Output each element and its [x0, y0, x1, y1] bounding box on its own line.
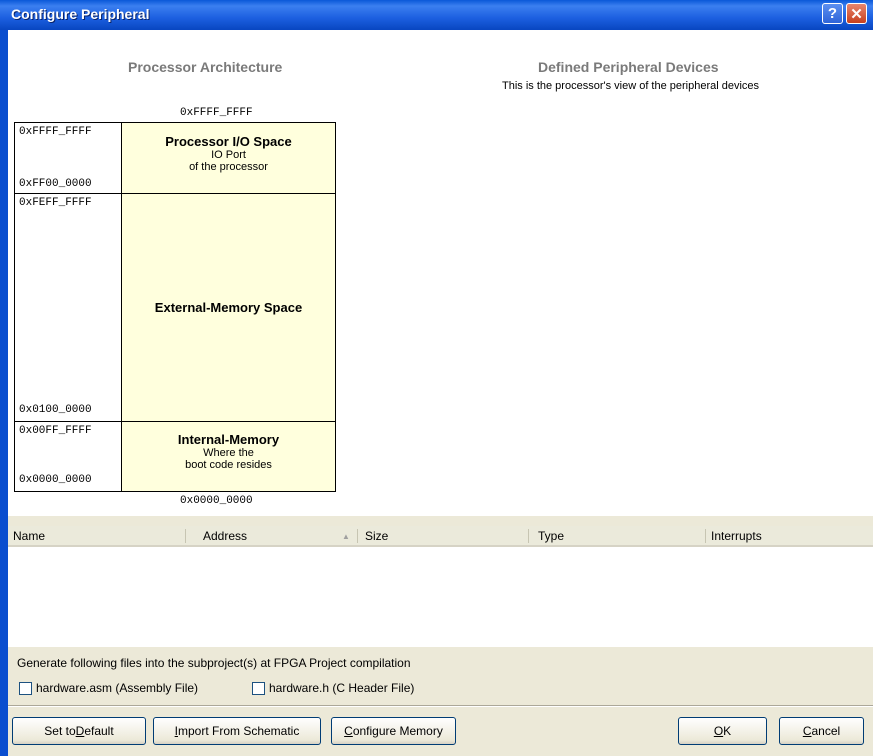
import-from-schematic-button[interactable]: Import From Schematic: [153, 717, 321, 745]
column-interrupts[interactable]: Interrupts: [711, 529, 762, 543]
architecture-title: Processor Architecture: [128, 59, 283, 75]
button-label-suffix: efault: [84, 724, 114, 738]
checkbox-label: hardware.asm (Assembly File): [36, 681, 199, 695]
configure-memory-button[interactable]: Configure Memory: [331, 717, 456, 745]
column-address[interactable]: Address: [203, 529, 247, 543]
column-divider[interactable]: [185, 529, 186, 543]
sort-ascending-icon: ▲: [342, 532, 350, 541]
region-desc-line2: of the processor: [189, 161, 268, 173]
devices-subtitle: This is the processor's view of the peri…: [502, 80, 760, 92]
close-icon: ✕: [850, 5, 863, 23]
button-label-suffix: ancel: [811, 724, 841, 738]
button-accelerator: D: [75, 724, 85, 738]
io-address-range: 0xFFFF_FFFF 0xFF00_0000: [14, 122, 122, 194]
internal-address-high: 0x00FF_FFFF: [19, 425, 92, 437]
checkbox-box[interactable]: [19, 681, 32, 695]
io-address-high: 0xFFFF_FFFF: [19, 126, 92, 138]
button-accelerator: O: [713, 724, 724, 738]
column-type[interactable]: Type: [538, 529, 564, 543]
button-accelerator: C: [344, 724, 353, 738]
processor-io-space-region[interactable]: Processor I/O Space IO Port of the proce…: [121, 122, 336, 194]
region-name: External-Memory Space: [154, 300, 303, 315]
bottom-address-label: 0x0000_0000: [180, 495, 253, 507]
column-divider[interactable]: [357, 529, 358, 543]
column-divider[interactable]: [528, 529, 529, 543]
internal-address-low: 0x0000_0000: [19, 474, 92, 486]
help-button[interactable]: ?: [822, 3, 843, 24]
region-name: Internal-Memory: [177, 432, 280, 447]
generate-files-label: Generate following files into the subpro…: [17, 656, 411, 670]
divider: [8, 705, 873, 707]
close-button[interactable]: ✕: [846, 3, 867, 24]
external-memory-region[interactable]: External-Memory Space: [121, 193, 336, 422]
top-address-label: 0xFFFF_FFFF: [180, 107, 253, 119]
external-address-low: 0x0100_0000: [19, 404, 92, 416]
column-name[interactable]: Name: [13, 529, 45, 543]
button-label-suffix: K: [723, 724, 732, 738]
devices-title: Defined Peripheral Devices: [538, 59, 719, 75]
internal-memory-region[interactable]: Internal-Memory Where the boot code resi…: [121, 421, 336, 492]
ok-button[interactable]: OK: [678, 717, 767, 745]
region-name: Processor I/O Space: [165, 134, 292, 149]
peripheral-grid-header: Name Address ▲ Size Type Interrupts: [8, 526, 873, 547]
region-desc-line1: IO Port: [211, 149, 246, 161]
button-accelerator: C: [802, 724, 812, 738]
column-divider[interactable]: [705, 529, 706, 543]
cancel-button[interactable]: Cancel: [779, 717, 864, 745]
window-frame: [0, 30, 8, 756]
internal-address-range: 0x00FF_FFFF 0x0000_0000: [14, 421, 122, 492]
column-size[interactable]: Size: [365, 529, 388, 543]
external-address-high: 0xFEFF_FFFF: [19, 197, 92, 209]
checkbox-label: hardware.h (C Header File): [269, 681, 415, 695]
button-label-prefix: Set to: [44, 724, 76, 738]
io-address-low: 0xFF00_0000: [19, 178, 92, 190]
hardware-h-checkbox[interactable]: hardware.h (C Header File): [252, 681, 414, 695]
question-icon: ?: [827, 5, 838, 22]
button-label-suffix: mport From Schematic: [177, 724, 300, 738]
hardware-asm-checkbox[interactable]: hardware.asm (Assembly File): [19, 681, 198, 695]
region-desc-line2: boot code resides: [185, 459, 272, 471]
set-to-default-button[interactable]: Set to Default: [12, 717, 146, 745]
checkbox-box[interactable]: [252, 681, 265, 695]
title-bar: Configure Peripheral ? ✕: [0, 0, 873, 30]
external-address-range: 0xFEFF_FFFF 0x0100_0000: [14, 193, 122, 422]
region-desc-line1: Where the: [203, 447, 254, 459]
peripheral-grid-body[interactable]: [8, 547, 873, 647]
window-title: Configure Peripheral: [11, 6, 150, 22]
button-label-suffix: onfigure Memory: [352, 724, 443, 738]
